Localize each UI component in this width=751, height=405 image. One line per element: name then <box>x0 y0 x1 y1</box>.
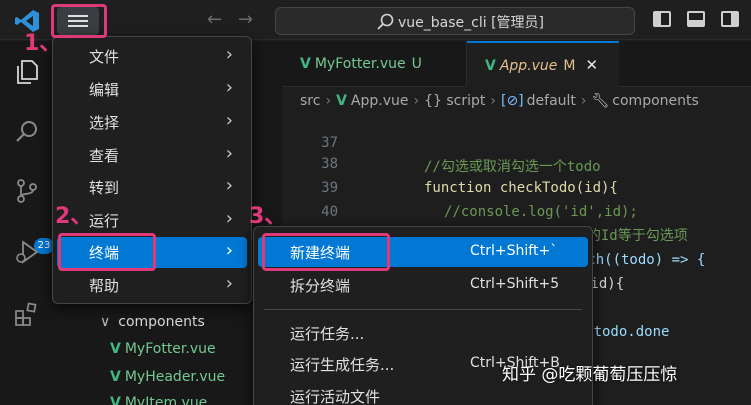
command-center-search[interactable]: vue_base_cli [管理员] <box>275 7 635 35</box>
menu-divider <box>264 309 582 310</box>
forward-arrow-icon[interactable]: → <box>238 9 253 31</box>
chevron-right-icon: › <box>225 240 233 261</box>
menu-item-help[interactable]: 帮助 › <box>57 270 247 301</box>
tree-folder-components[interactable]: ∨ components <box>100 314 205 330</box>
vue-file-icon: V <box>300 56 311 72</box>
tree-file[interactable]: V MyFotter.vue <box>110 341 216 357</box>
close-icon[interactable]: ✕ <box>586 56 599 74</box>
source-control-icon[interactable] <box>14 178 40 204</box>
code-line: 41 todos.todos.forEach((todo) => { <box>321 228 706 268</box>
code-line: 40 //遍历数组，当数组项的Id等于勾选项 <box>321 204 688 244</box>
vscode-window: ← → vue_base_cli [管理员] 23 ∨ components V… <box>0 0 751 405</box>
tree-file[interactable]: V MyItem.vue <box>110 395 207 405</box>
annotation-step-2: 2、 <box>55 204 93 229</box>
search-icon <box>377 13 394 30</box>
toggle-primary-sidebar-icon[interactable] <box>653 11 671 27</box>
chevron-right-icon: › <box>225 77 233 98</box>
shortcut-label: Ctrl+Shift+5 <box>470 276 560 292</box>
chevron-down-icon: ∨ <box>100 314 111 330</box>
vue-file-icon: V <box>485 58 496 74</box>
extensions-icon[interactable] <box>14 301 40 327</box>
activity-bar: 23 <box>0 41 54 405</box>
chevron-right-icon: › <box>225 208 233 229</box>
vscode-logo-icon <box>15 10 39 32</box>
toggle-panel-icon[interactable] <box>687 11 705 27</box>
menu-item-split-terminal[interactable]: 拆分终端 Ctrl+Shift+5 <box>258 270 588 300</box>
chevron-right-icon: › <box>225 110 233 131</box>
explorer-files-icon[interactable] <box>14 59 40 85</box>
code-line: 38 function checkTodo(id){ <box>321 156 618 196</box>
vue-file-icon: V <box>110 395 121 405</box>
chevron-right-icon: › <box>225 143 233 164</box>
run-debug-icon[interactable] <box>14 239 40 265</box>
annotation-box-new-terminal <box>262 233 390 271</box>
menu-item-go[interactable]: 转到 › <box>57 172 247 203</box>
back-arrow-icon[interactable]: ← <box>207 9 222 31</box>
tab-app-vue[interactable]: V App.vue M ✕ <box>467 41 619 87</box>
annotation-box-terminal <box>58 233 156 271</box>
chevron-right-icon: › <box>225 273 233 294</box>
menu-item-selection[interactable]: 选择 › <box>57 107 247 138</box>
search-icon[interactable] <box>14 119 40 145</box>
menu-item-edit[interactable]: 编辑 › <box>57 74 247 105</box>
code-line: 39 //console.log('id',id); <box>321 180 638 220</box>
annotation-step-1: 1、 <box>24 31 62 56</box>
shortcut-label: Ctrl+Shift+` <box>470 243 558 259</box>
vue-file-icon: V <box>110 341 121 357</box>
menu-item-file[interactable]: 文件 › <box>57 41 247 72</box>
watermark: 知乎 @吃颗葡萄压压惊 <box>502 365 678 385</box>
workspace-title: vue_base_cli [管理员] <box>398 15 544 31</box>
menu-item-view[interactable]: 查看 › <box>57 140 247 171</box>
tab-myfotter[interactable]: V MyFotter.vue U <box>282 41 467 87</box>
vue-file-icon: V <box>110 369 121 385</box>
annotation-step-3: 3、 <box>249 204 287 229</box>
tree-file[interactable]: V MyHeader.vue <box>110 369 225 385</box>
toggle-secondary-sidebar-icon[interactable] <box>721 11 739 27</box>
title-bar: ← → vue_base_cli [管理员] <box>0 0 751 40</box>
chevron-right-icon: › <box>225 44 233 65</box>
editor-tabs: V MyFotter.vue U V App.vue M ✕ <box>282 41 751 87</box>
menu-item-run-task[interactable]: 运行任务... <box>258 318 588 348</box>
chevron-right-icon: › <box>225 175 233 196</box>
